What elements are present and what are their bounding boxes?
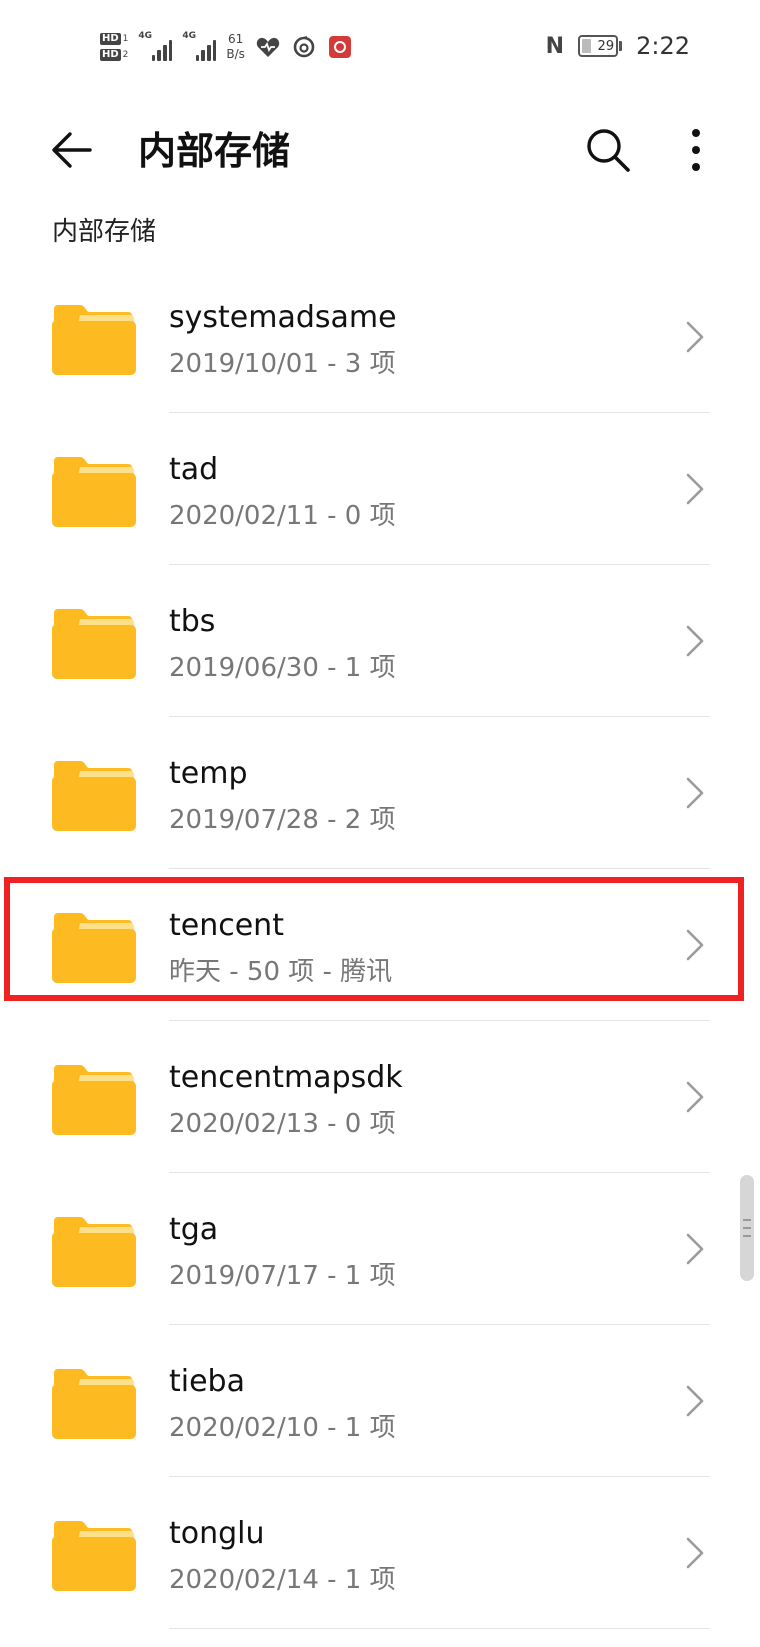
chevron-right-icon	[686, 1385, 704, 1417]
list-item[interactable]: tad 2020/02/11 - 0 项	[0, 413, 760, 565]
file-meta: 2020/02/10 - 1 项	[169, 1413, 396, 1443]
fast-scroll-handle[interactable]	[740, 1175, 754, 1281]
search-icon	[587, 129, 630, 172]
more-vertical-icon	[692, 129, 700, 171]
list-item[interactable]: systemadsame 2019/10/01 - 3 项	[0, 261, 760, 413]
folder-icon	[52, 457, 136, 527]
chevron-right-icon	[686, 1537, 704, 1569]
status-left: HD 1 HD 2 4G 4G 61 B/s	[100, 22, 353, 72]
hd-indicators: HD 1 HD 2	[100, 33, 128, 61]
grip-line	[743, 1235, 751, 1237]
hd-badge: HD	[100, 49, 121, 61]
health-heart-icon	[255, 34, 281, 60]
file-meta: 2019/06/30 - 1 项	[169, 653, 396, 683]
nfc-icon: N	[545, 33, 565, 59]
file-meta: 2020/02/14 - 1 项	[169, 1565, 396, 1595]
battery-tip	[619, 41, 623, 51]
chevron-right-icon	[686, 929, 704, 961]
file-meta: 2019/07/28 - 2 项	[169, 805, 396, 835]
folder-icon	[52, 305, 136, 375]
list-item[interactable]: tga 2019/07/17 - 1 项	[0, 1173, 760, 1325]
page-title: 内部存储	[138, 129, 291, 173]
chevron-right-icon	[686, 473, 704, 505]
file-name: tga	[169, 1212, 219, 1247]
hd-indicator-2: HD 2	[100, 49, 128, 61]
clock: 2:22	[636, 32, 690, 60]
status-right: N 29 2:22	[546, 28, 690, 64]
back-button[interactable]	[40, 118, 104, 182]
folder-icon	[52, 1369, 136, 1439]
battery-body: 29	[578, 35, 619, 57]
chevron-right-icon	[686, 321, 704, 353]
file-meta: 2019/07/17 - 1 项	[169, 1261, 396, 1291]
network-speed-unit: B/s	[226, 47, 245, 61]
more-options-button[interactable]	[666, 118, 726, 182]
folder-icon	[52, 1065, 136, 1135]
file-meta: 2019/10/01 - 3 项	[169, 349, 396, 379]
list-item[interactable]: tonglu 2020/02/14 - 1 项	[0, 1477, 760, 1629]
grip-line	[743, 1219, 751, 1221]
divider	[169, 1628, 710, 1629]
network-type: 4G	[182, 31, 197, 41]
folder-icon	[52, 1217, 136, 1287]
list-item[interactable]: temp 2019/07/28 - 2 项	[0, 717, 760, 869]
battery-level: 29	[597, 38, 615, 54]
list-item[interactable]: tieba 2020/02/10 - 1 项	[0, 1325, 760, 1477]
signal-icon-sim2: 4G	[182, 31, 217, 61]
network-type: 4G	[138, 31, 153, 41]
network-speed: 61 B/s	[226, 32, 245, 62]
file-meta: 2020/02/13 - 0 项	[169, 1109, 396, 1139]
file-list: systemadsame 2019/10/01 - 3 项 tad 2020/02/1…	[0, 261, 760, 1629]
file-meta: 2020/02/11 - 0 项	[169, 501, 396, 531]
folder-icon	[52, 913, 136, 983]
app-notification-icon	[327, 34, 353, 60]
folder-icon	[52, 761, 136, 831]
hd-sim-number: 1	[122, 34, 129, 44]
arrow-left-icon	[52, 132, 92, 168]
file-name: tieba	[169, 1364, 245, 1399]
file-name: tbs	[169, 604, 216, 639]
folder-icon	[52, 609, 136, 679]
chevron-right-icon	[686, 777, 704, 809]
chevron-right-icon	[686, 1233, 704, 1265]
file-name: tencent	[169, 908, 284, 943]
list-item[interactable]: tencent 昨天 - 50 项 - 腾讯	[0, 869, 760, 1021]
file-name: systemadsame	[169, 300, 397, 335]
hd-indicator-1: HD 1	[100, 33, 128, 45]
network-speed-value: 61	[228, 32, 244, 46]
file-name: tonglu	[169, 1516, 265, 1551]
chevron-right-icon	[686, 625, 704, 657]
file-name: tad	[169, 452, 219, 487]
status-bar: HD 1 HD 2 4G 4G 61 B/s N 29 2:22	[0, 0, 760, 96]
battery-icon: 29	[578, 35, 623, 57]
folder-icon	[52, 1521, 136, 1591]
battery-fill	[582, 39, 592, 53]
app-bar: 内部存储	[0, 96, 760, 206]
file-meta: 昨天 - 50 项 - 腾讯	[169, 957, 393, 987]
file-name: temp	[169, 756, 248, 791]
list-item[interactable]: tbs 2019/06/30 - 1 项	[0, 565, 760, 717]
grip-line	[743, 1227, 751, 1229]
netease-music-icon	[291, 34, 317, 60]
breadcrumb[interactable]: 内部存储	[52, 215, 156, 249]
hd-badge: HD	[100, 33, 121, 45]
file-name: tencentmapsdk	[169, 1060, 403, 1095]
signal-icon-sim1: 4G	[138, 31, 173, 61]
hd-sim-number: 2	[122, 50, 129, 60]
search-button[interactable]	[576, 118, 640, 182]
chevron-right-icon	[686, 1081, 704, 1113]
list-item[interactable]: tencentmapsdk 2020/02/13 - 0 项	[0, 1021, 760, 1173]
